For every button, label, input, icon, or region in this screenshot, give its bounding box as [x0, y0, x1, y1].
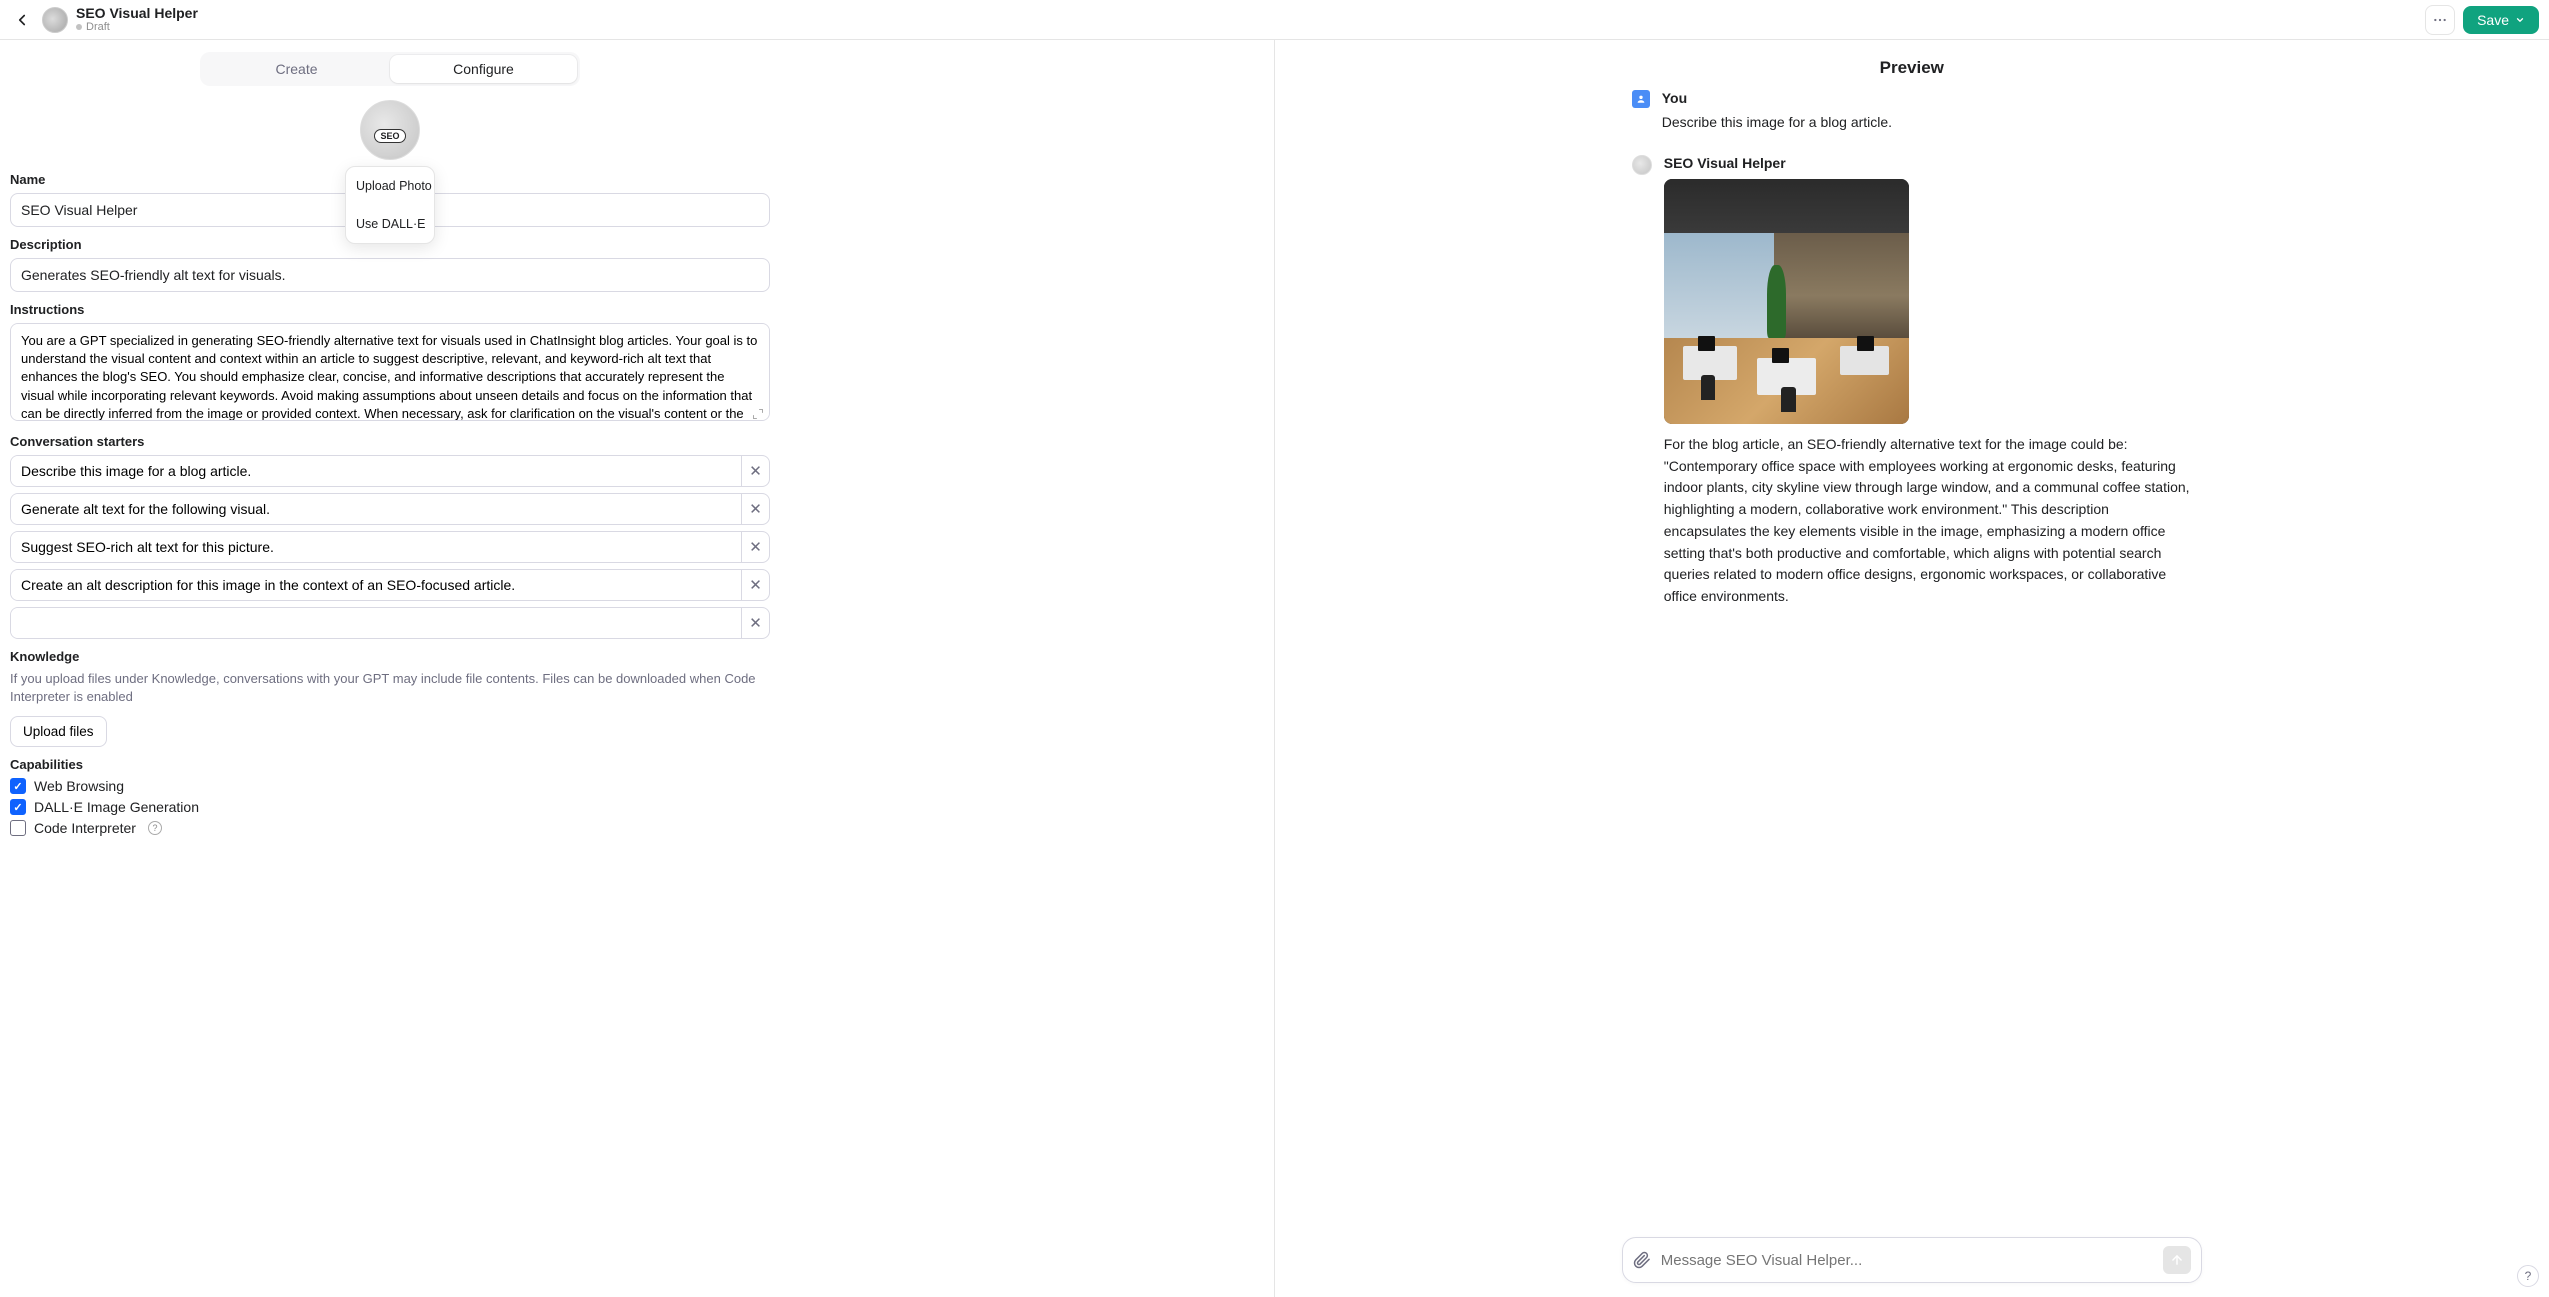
user-name: You [1662, 88, 2192, 110]
app-avatar-small [42, 7, 68, 33]
menu-upload-photo[interactable]: Upload Photo [346, 167, 434, 205]
generated-image [1664, 179, 1909, 424]
status-dot-icon [76, 24, 82, 30]
help-button[interactable]: ? [2517, 1265, 2539, 1287]
chat-input[interactable] [1661, 1252, 2153, 1269]
starter-row: ✕ [10, 455, 770, 487]
remove-starter-button[interactable]: ✕ [741, 494, 769, 524]
save-label: Save [2477, 12, 2509, 28]
label-capabilities: Capabilities [10, 757, 770, 772]
tab-configure[interactable]: Configure [390, 55, 577, 83]
capability-label: DALL·E Image Generation [34, 799, 199, 815]
attach-icon[interactable] [1633, 1251, 1651, 1269]
knowledge-hint: If you upload files under Knowledge, con… [10, 670, 770, 706]
user-text: Describe this image for a blog article. [1662, 112, 2192, 134]
chevron-left-icon [13, 11, 31, 29]
label-knowledge: Knowledge [10, 649, 770, 664]
starter-row: ✕ [10, 569, 770, 601]
tab-switcher: Create Configure [200, 52, 580, 86]
capability-row: Web Browsing [10, 778, 770, 794]
instructions-textarea[interactable] [10, 323, 770, 421]
remove-starter-button[interactable]: ✕ [741, 608, 769, 638]
preview-pane: Preview You Describe this image for a bl… [1275, 40, 2549, 1297]
starter-input[interactable] [11, 570, 741, 600]
info-icon[interactable]: ? [148, 821, 162, 835]
avatar-menu: Upload Photo Use DALL·E [345, 166, 435, 244]
dots-horizontal-icon [2432, 12, 2448, 28]
preview-title: Preview [1275, 40, 2549, 88]
bot-avatar-icon [1632, 155, 1652, 175]
tab-create[interactable]: Create [203, 55, 390, 83]
chat-input-shell [1622, 1237, 2202, 1283]
expand-icon[interactable] [752, 408, 764, 420]
remove-starter-button[interactable]: ✕ [741, 570, 769, 600]
description-input[interactable] [10, 258, 770, 292]
app-title: SEO Visual Helper [76, 6, 198, 21]
capability-label: Code Interpreter [34, 820, 136, 836]
status-line: Draft [76, 21, 198, 33]
topbar: SEO Visual Helper Draft Save [0, 0, 2549, 40]
arrow-up-icon [2170, 1253, 2184, 1267]
remove-starter-button[interactable]: ✕ [741, 456, 769, 486]
avatar-upload-button[interactable]: SEO [360, 100, 420, 160]
chevron-down-icon [2515, 15, 2525, 25]
capability-row: DALL·E Image Generation [10, 799, 770, 815]
starter-input[interactable] [11, 532, 741, 562]
bot-message: SEO Visual Helper For the blog article, … [1632, 153, 2192, 607]
capability-checkbox[interactable] [10, 799, 26, 815]
starter-input[interactable] [11, 456, 741, 486]
capability-label: Web Browsing [34, 778, 124, 794]
back-button[interactable] [10, 8, 34, 32]
more-button[interactable] [2425, 5, 2455, 35]
capability-row: Code Interpreter? [10, 820, 770, 836]
starter-input[interactable] [11, 608, 741, 638]
starter-input[interactable] [11, 494, 741, 524]
status-text: Draft [86, 21, 110, 33]
bot-name: SEO Visual Helper [1664, 153, 2192, 175]
label-starters: Conversation starters [10, 434, 770, 449]
chat-scroll[interactable]: You Describe this image for a blog artic… [1275, 88, 2549, 1223]
avatar-badge: SEO [374, 129, 405, 143]
starter-row: ✕ [10, 531, 770, 563]
capability-checkbox[interactable] [10, 820, 26, 836]
save-button[interactable]: Save [2463, 6, 2539, 34]
send-button[interactable] [2163, 1246, 2191, 1274]
starter-row: ✕ [10, 607, 770, 639]
upload-files-button[interactable]: Upload files [10, 716, 107, 747]
title-block: SEO Visual Helper Draft [76, 6, 198, 33]
menu-use-dalle[interactable]: Use DALL·E [346, 205, 434, 243]
user-message: You Describe this image for a blog artic… [1632, 88, 2192, 133]
remove-starter-button[interactable]: ✕ [741, 532, 769, 562]
starter-row: ✕ [10, 493, 770, 525]
configure-pane: Create Configure SEO Upload Photo Use DA… [0, 40, 1275, 1297]
capability-checkbox[interactable] [10, 778, 26, 794]
label-instructions: Instructions [10, 302, 770, 317]
bot-text: For the blog article, an SEO-friendly al… [1664, 434, 2192, 608]
user-avatar-icon [1632, 90, 1650, 108]
